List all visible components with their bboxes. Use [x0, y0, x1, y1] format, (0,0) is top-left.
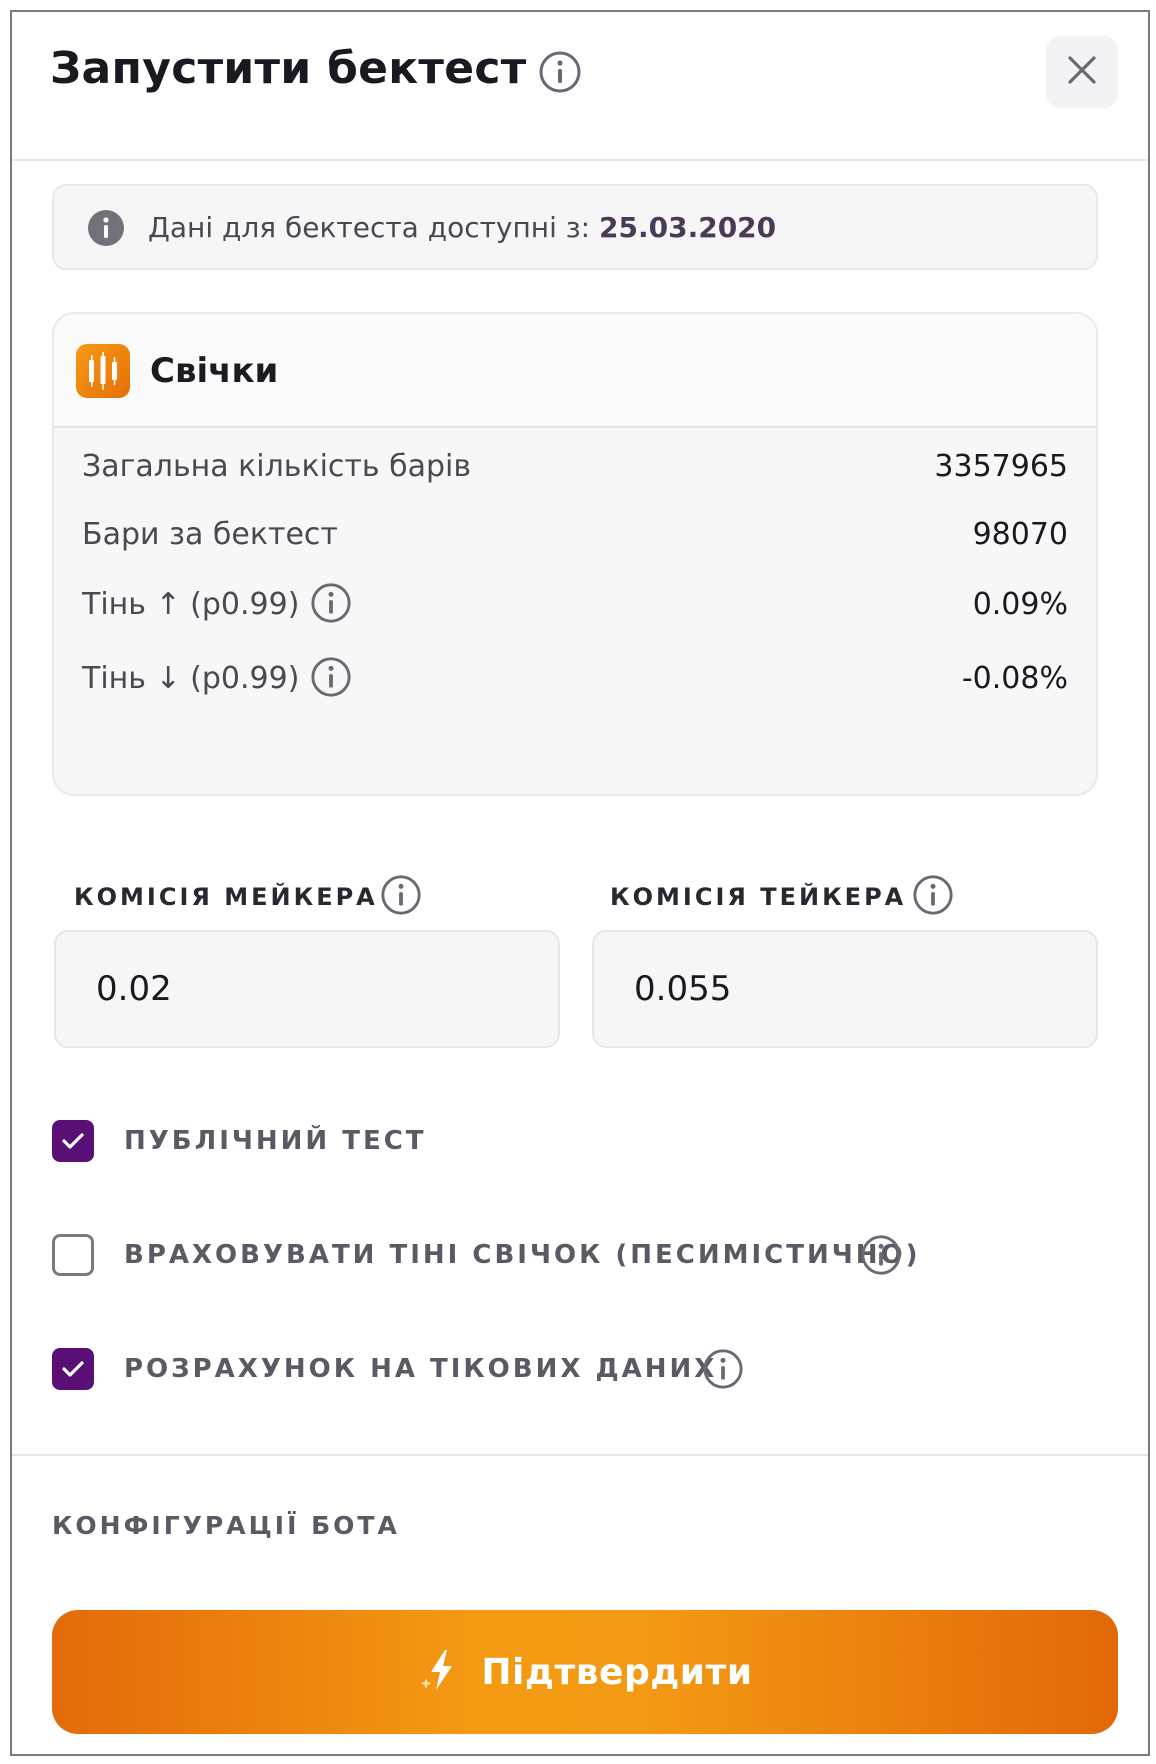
- maker-fee-label: КОМІСІЯ МЕЙКЕРА: [74, 883, 378, 911]
- info-icon[interactable]: [538, 50, 582, 94]
- dialog-title: Запустити бектест: [50, 43, 527, 94]
- info-icon[interactable]: [912, 874, 954, 916]
- section-divider: [12, 1454, 1148, 1456]
- taker-fee-input[interactable]: 0.055: [592, 930, 1098, 1048]
- candle-shadows-checkbox[interactable]: [52, 1234, 94, 1276]
- stat-label: Тінь ↓ (p0.99): [82, 661, 300, 696]
- stat-label: Бари за бектест: [82, 517, 338, 552]
- stat-row-backtest-bars: Бари за бектест 98070: [82, 510, 1068, 560]
- confirm-label: Підтвердити: [481, 1651, 753, 1693]
- stat-value: 0.09%: [972, 587, 1068, 622]
- info-icon[interactable]: [310, 656, 352, 698]
- bot-config-label: КОНФІГУРАЦІЇ БОТА: [52, 1511, 400, 1540]
- confirm-button-content: Підтвердити: [417, 1646, 752, 1698]
- info-icon[interactable]: [310, 582, 352, 624]
- info-icon[interactable]: [702, 1348, 744, 1390]
- data-availability-notice: Дані для бектеста доступні з: 25.03.2020: [52, 184, 1098, 270]
- stat-value: -0.08%: [961, 661, 1068, 696]
- info-icon[interactable]: [380, 874, 422, 916]
- stat-label: Загальна кількість барів: [82, 449, 472, 484]
- lightning-icon: [417, 1646, 465, 1698]
- notice-label: Дані для бектеста доступні з:: [148, 211, 591, 244]
- candles-card: Свічки Загальна кількість барів 3357965 …: [52, 312, 1098, 796]
- candle-shadows-label: ВРАХОВУВАТИ ТІНІ СВІЧОК (ПЕСИМІСТИЧНО): [124, 1240, 921, 1270]
- stat-row-shadow-down: Тінь ↓ (p0.99) -0.08%: [82, 654, 1068, 704]
- public-test-label: ПУБЛІЧНИЙ ТЕСТ: [124, 1126, 427, 1156]
- stat-value: 98070: [972, 517, 1068, 552]
- close-button[interactable]: [1046, 36, 1118, 108]
- dialog-header: Запустити бектест: [12, 12, 1148, 161]
- info-icon: [86, 208, 126, 248]
- stat-row-total-bars: Загальна кількість барів 3357965: [82, 442, 1068, 492]
- taker-fee-label: КОМІСІЯ ТЕЙКЕРА: [610, 883, 907, 911]
- candles-card-header: Свічки: [54, 314, 1096, 428]
- stat-label: Тінь ↑ (p0.99): [82, 587, 300, 622]
- tick-data-checkbox[interactable]: [52, 1348, 94, 1390]
- maker-fee-input[interactable]: 0.02: [54, 930, 560, 1048]
- tick-data-label: РОЗРАХУНОК НА ТІКОВИХ ДАНИХ: [124, 1354, 718, 1384]
- notice-date: 25.03.2020: [599, 211, 777, 244]
- backtest-dialog: Запустити бектест Дані для бектеста дост…: [10, 10, 1150, 1756]
- candlestick-icon: [76, 344, 130, 398]
- close-icon: [1066, 54, 1098, 90]
- candles-title: Свічки: [150, 351, 279, 391]
- notice-text: Дані для бектеста доступні з: 25.03.2020: [148, 210, 776, 246]
- stat-row-shadow-up: Тінь ↑ (p0.99) 0.09%: [82, 580, 1068, 630]
- stat-value: 3357965: [934, 449, 1068, 484]
- public-test-checkbox[interactable]: [52, 1120, 94, 1162]
- confirm-button[interactable]: Підтвердити: [52, 1610, 1118, 1734]
- info-icon[interactable]: [860, 1234, 902, 1276]
